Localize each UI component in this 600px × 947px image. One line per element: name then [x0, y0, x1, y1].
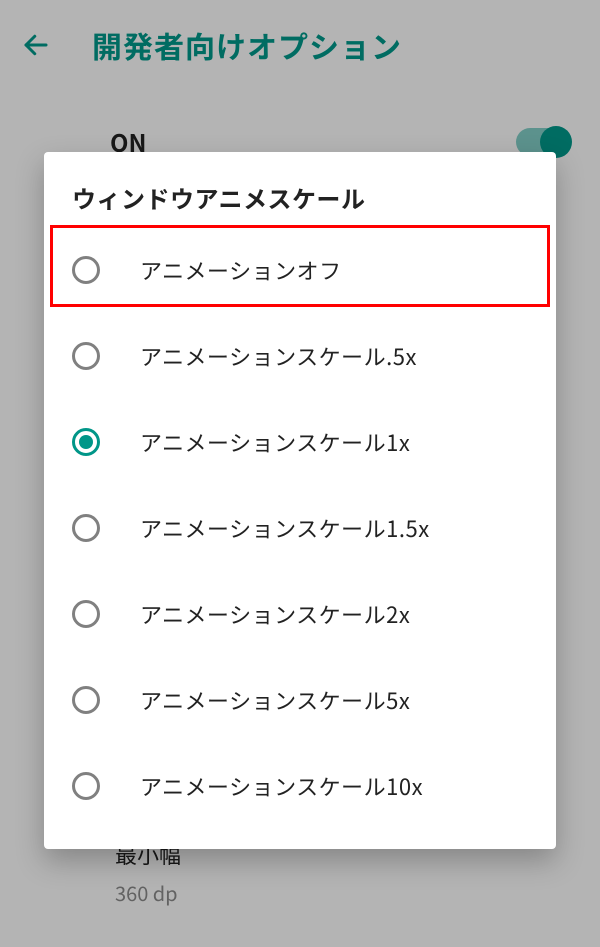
radio-icon — [72, 428, 100, 456]
app-bar: 開発者向けオプション — [0, 0, 600, 90]
radio-icon — [72, 600, 100, 628]
radio-icon — [72, 686, 100, 714]
option-label: アニメーションオフ — [140, 254, 342, 286]
option-row[interactable]: アニメーションオフ — [44, 227, 556, 313]
option-label: アニメーションスケール.5x — [140, 340, 417, 372]
dialog-title: ウィンドウアニメスケール — [44, 176, 556, 227]
page-title: 開発者向けオプション — [92, 23, 402, 67]
options-list: アニメーションオフアニメーションスケール.5x アニメーションスケール1x アニメー… — [44, 227, 556, 829]
radio-icon — [72, 342, 100, 370]
option-label: アニメーションスケール5x — [140, 684, 410, 716]
radio-icon — [72, 514, 100, 542]
option-row[interactable]: アニメーションスケール10x — [44, 743, 556, 829]
option-row[interactable]: アニメーションスケール2x — [44, 571, 556, 657]
option-label: アニメーションスケール10x — [140, 770, 423, 802]
smallest-width-value: 360 dp — [115, 878, 600, 907]
option-row[interactable]: アニメーションスケール.5x — [44, 313, 556, 399]
option-label: アニメーションスケール2x — [140, 598, 410, 630]
window-animation-scale-dialog: ウィンドウアニメスケール アニメーションオフアニメーションスケール.5xアニメー… — [44, 152, 556, 849]
option-label: アニメーションスケール1.5x — [140, 512, 430, 544]
option-row[interactable]: アニメーションスケール1x — [44, 399, 556, 485]
radio-icon — [72, 772, 100, 800]
radio-icon — [72, 256, 100, 284]
back-arrow-icon[interactable] — [20, 29, 52, 61]
option-row[interactable]: アニメーションスケール1.5x — [44, 485, 556, 571]
option-row[interactable]: アニメーションスケール5x — [44, 657, 556, 743]
option-label: アニメーションスケール1x — [140, 426, 410, 458]
